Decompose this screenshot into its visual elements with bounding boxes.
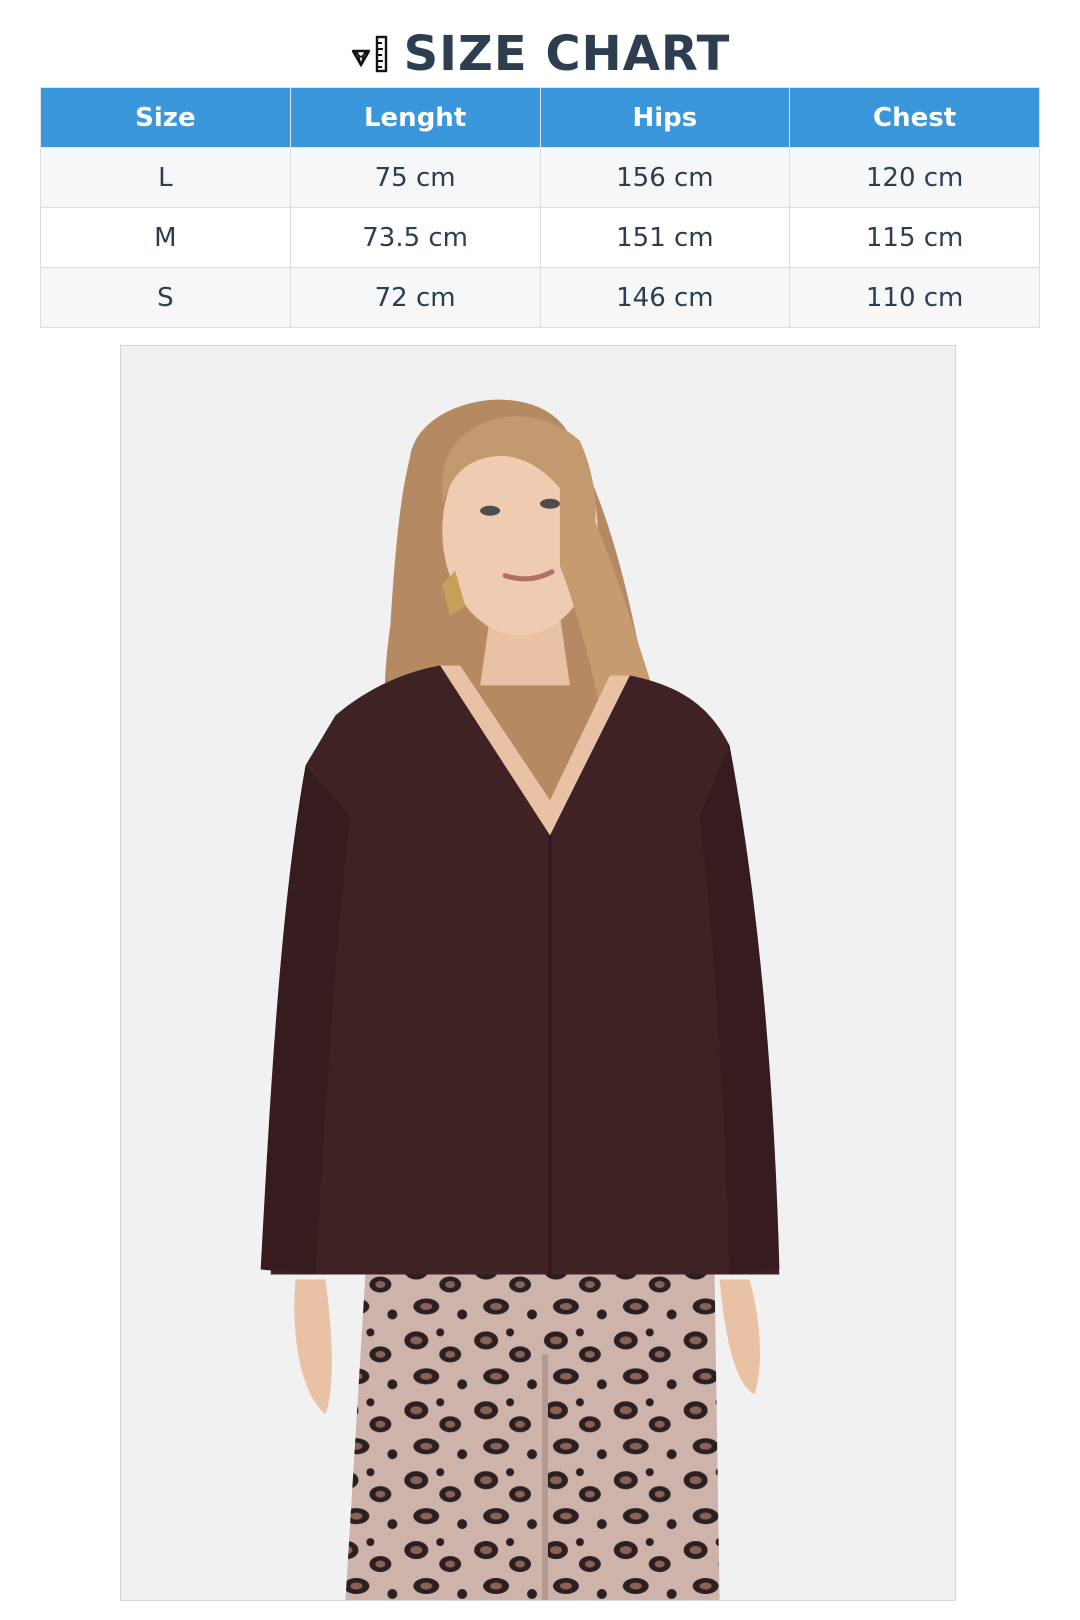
header-size: Size	[40, 87, 291, 148]
size-chart-title: SIZE CHART	[0, 24, 1080, 84]
table-row: L 75 cm 156 cm 120 cm	[40, 147, 1040, 208]
product-photo	[120, 345, 956, 1601]
table-header-row: Size Lenght Hips Chest	[40, 87, 1040, 148]
ruler-diamond-icon	[351, 35, 387, 73]
size-chart-table: Size Lenght Hips Chest L 75 cm 156 cm 12…	[40, 87, 1040, 328]
cell-hips: 156 cm	[539, 147, 791, 208]
cell-length: 73.5 cm	[289, 207, 541, 268]
cell-size: L	[40, 147, 291, 208]
cell-chest: 120 cm	[789, 147, 1040, 208]
header-hips: Hips	[539, 87, 791, 148]
header-length: Lenght	[289, 87, 541, 148]
table-row: M 73.5 cm 151 cm 115 cm	[40, 207, 1040, 268]
table-row: S 72 cm 146 cm 110 cm	[40, 267, 1040, 328]
page-title: SIZE CHART	[403, 26, 731, 82]
cell-size: S	[40, 267, 291, 328]
cell-hips: 146 cm	[539, 267, 791, 328]
cell-length: 72 cm	[289, 267, 541, 328]
cell-size: M	[40, 207, 291, 268]
cell-chest: 110 cm	[789, 267, 1040, 328]
cell-hips: 151 cm	[539, 207, 791, 268]
cell-chest: 115 cm	[789, 207, 1040, 268]
header-chest: Chest	[789, 87, 1040, 148]
model-illustration	[121, 346, 955, 1600]
cell-length: 75 cm	[289, 147, 541, 208]
